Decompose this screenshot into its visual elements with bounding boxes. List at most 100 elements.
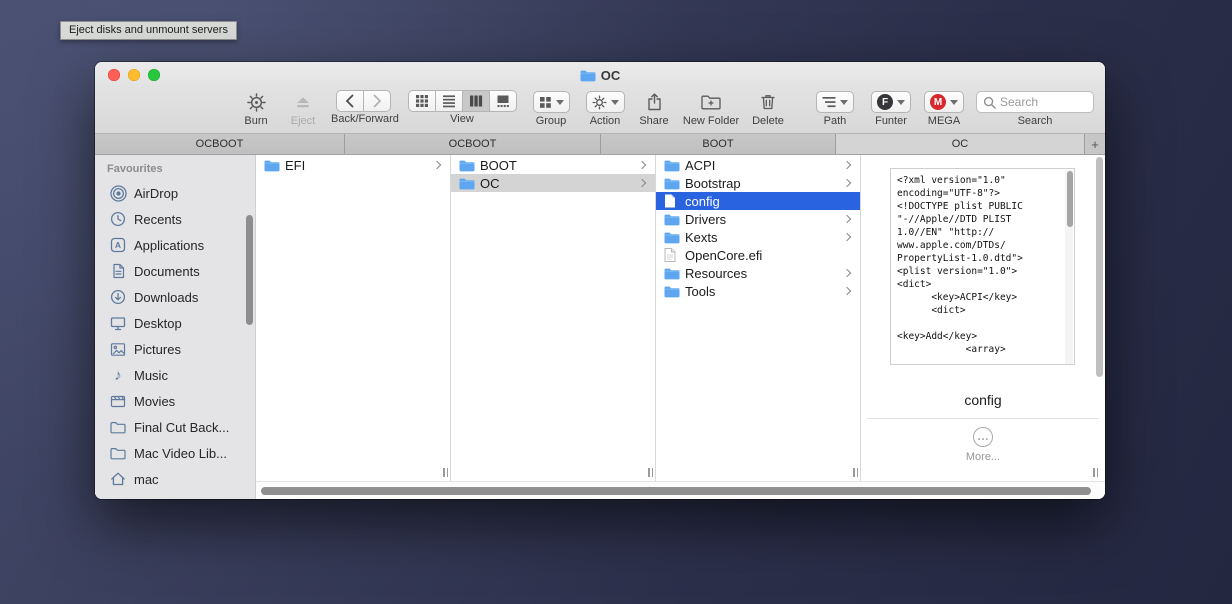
path-icon [822,96,836,109]
new-tab-button[interactable]: + [1085,134,1105,154]
folder-icon [664,176,680,190]
list-item-oc-selected[interactable]: OC [451,174,655,192]
list-item-boot[interactable]: BOOT [451,156,655,174]
chevron-down-icon [950,100,958,105]
trash-icon [745,90,791,114]
disclosure-chevron-icon [843,269,851,277]
window-title: OC [601,68,621,83]
path-button[interactable]: Path [809,90,861,127]
column-resize-handle[interactable] [1093,468,1101,477]
preview-filename: config [861,392,1105,408]
downloads-icon [109,288,127,306]
list-item-bootstrap[interactable]: Bootstrap [656,174,860,192]
list-item-opencore-efi[interactable]: OpenCore.efi [656,246,860,264]
folder-icon [459,158,475,172]
folder-icon [664,158,680,172]
folder-icon [664,284,680,298]
search-field[interactable] [976,91,1094,113]
sidebar-item-movies[interactable]: Movies [95,388,255,414]
action-button[interactable]: Action [581,90,629,127]
title-area: OC [580,68,621,83]
movies-icon [109,392,127,410]
horizontal-scrollbar-track[interactable] [256,481,1105,499]
search-area: Search [975,90,1095,127]
sidebar-item-documents[interactable]: Documents [95,258,255,284]
group-button[interactable]: Group [527,90,575,127]
folder-icon [264,158,280,172]
view-list-button[interactable] [435,90,463,112]
column-vertical-scrollbar[interactable] [1096,157,1103,377]
folder-icon [109,418,127,436]
eject-button[interactable]: Eject [281,90,325,127]
sidebar-item-recents[interactable]: Recents [95,206,255,232]
chevron-down-icon [897,100,905,105]
list-item-acpi[interactable]: ACPI [656,156,860,174]
view-gallery-button[interactable] [489,90,517,112]
new-folder-button[interactable]: New Folder [681,90,741,127]
traffic-lights [108,69,160,81]
list-item-tools[interactable]: Tools [656,282,860,300]
burn-button[interactable]: Burn [233,90,279,127]
sidebar-item-downloads[interactable]: Downloads [95,284,255,310]
mega-button[interactable]: M MEGA [919,90,969,127]
list-item-drivers[interactable]: Drivers [656,210,860,228]
file-icon [664,248,680,262]
sidebar-item-pictures[interactable]: Pictures [95,336,255,362]
minimize-button[interactable] [128,69,140,81]
titlebar-folder-icon [580,69,596,82]
share-icon [633,90,675,114]
preview-scrollbar-thumb[interactable] [1067,171,1073,227]
folder-icon [664,212,680,226]
sidebar-scrollbar[interactable] [246,215,253,325]
close-button[interactable] [108,69,120,81]
titlebar[interactable]: OC [95,62,1105,88]
column-1: EFI [256,155,451,481]
sidebar-item-applications[interactable]: A Applications [95,232,255,258]
sidebar-item-final-cut-backups[interactable]: Final Cut Back... [95,414,255,440]
back-button[interactable] [336,90,364,112]
sidebar-item-mac-video-library[interactable]: Mac Video Lib... [95,440,255,466]
mega-icon: M [930,94,946,110]
eject-icon [281,90,325,114]
view-columns-button[interactable] [462,90,490,112]
toolbar: Burn Eject Back/Forward [95,88,1105,134]
finder-window: OC Burn Eject [95,62,1105,499]
folder-icon [664,230,680,244]
column-3: ACPI Bootstrap config Drivers [656,155,861,481]
content-area: Favourites AirDrop Recents A Application… [95,155,1105,499]
sidebar-item-music[interactable]: ♪ Music [95,362,255,388]
more-ellipsis-icon[interactable]: … [973,427,993,447]
tab-ocboot-2[interactable]: OCBOOT [345,134,601,154]
share-button[interactable]: Share [633,90,675,127]
list-item-resources[interactable]: Resources [656,264,860,282]
tab-oc[interactable]: OC [836,134,1085,154]
preview-text: <?xml version="1.0" encoding="UTF-8"?> <… [897,174,1064,356]
list-item-efi[interactable]: EFI [256,156,450,174]
view-icons-button[interactable] [408,90,436,112]
delete-button[interactable]: Delete [745,90,791,127]
column-resize-handle[interactable] [648,468,656,477]
disclosure-chevron-icon [843,287,851,295]
funter-button[interactable]: F Funter [865,90,917,127]
list-item-config-selected[interactable]: config [656,192,860,210]
more-button[interactable]: More... [861,451,1105,463]
horizontal-scrollbar-thumb[interactable] [261,487,1091,495]
sidebar: Favourites AirDrop Recents A Application… [95,155,256,499]
column-resize-handle[interactable] [853,468,861,477]
sidebar-item-home[interactable]: mac [95,466,255,492]
sidebar-item-desktop[interactable]: Desktop [95,310,255,336]
back-forward-control: Back/Forward [331,90,395,125]
forward-button[interactable] [363,90,391,112]
tab-boot[interactable]: BOOT [601,134,836,154]
sidebar-item-airdrop[interactable]: AirDrop [95,180,255,206]
preview-column: <?xml version="1.0" encoding="UTF-8"?> <… [861,155,1105,481]
search-input[interactable] [1000,95,1087,109]
new-folder-icon [681,90,741,114]
folder-icon [459,176,475,190]
tab-ocboot-1[interactable]: OCBOOT [95,134,345,154]
column-resize-handle[interactable] [443,468,451,477]
document-icon [109,262,127,280]
list-item-kexts[interactable]: Kexts [656,228,860,246]
airdrop-icon [109,184,127,202]
fullscreen-button[interactable] [148,69,160,81]
